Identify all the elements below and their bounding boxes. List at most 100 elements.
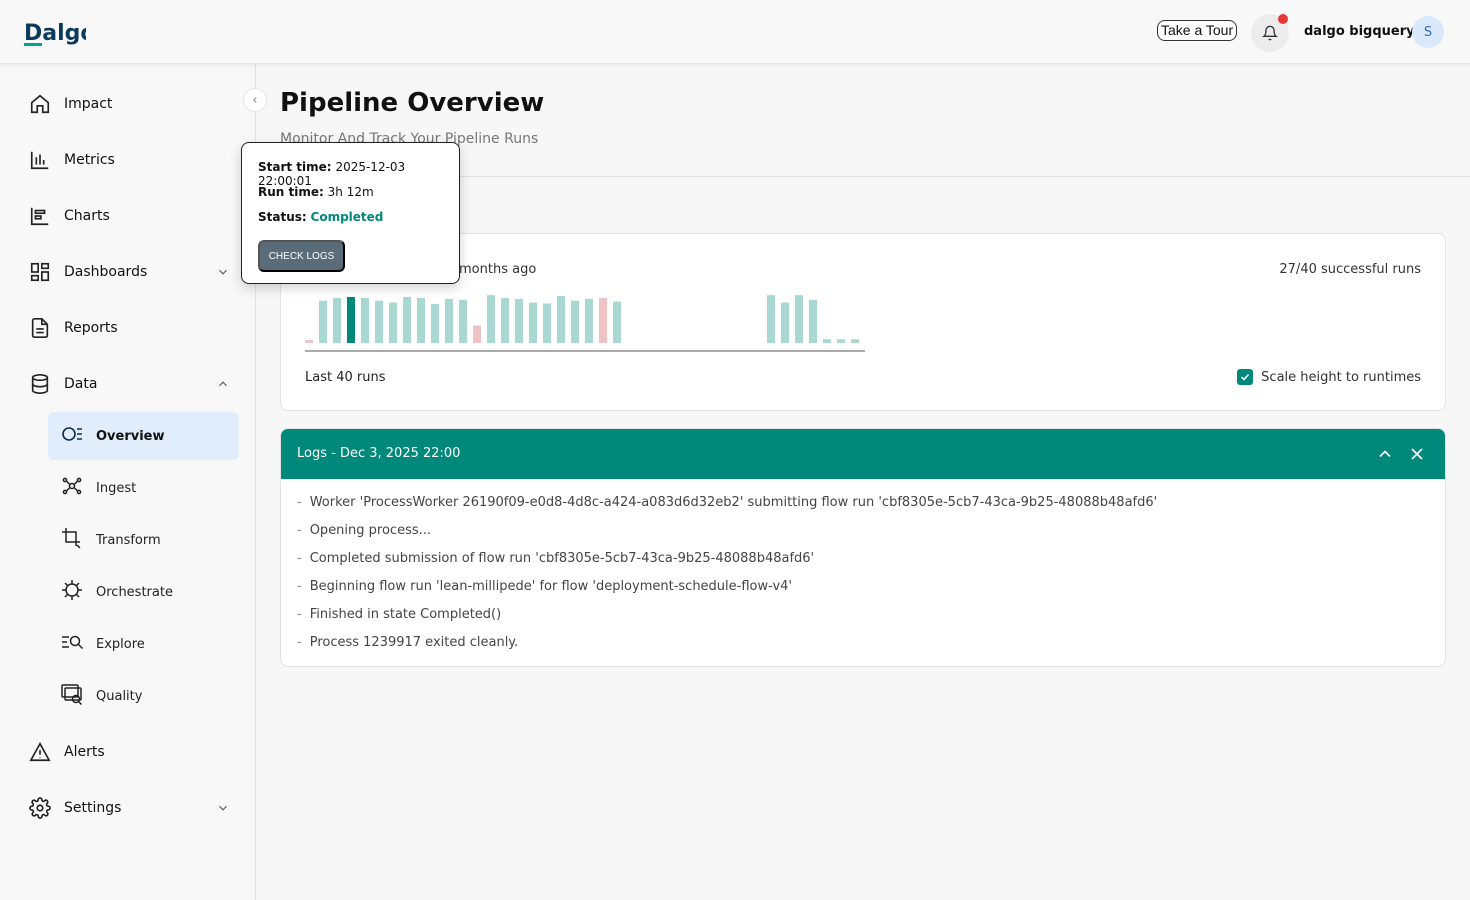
sidebar-item-label: Ingest xyxy=(96,480,137,496)
run-bar[interactable] xyxy=(795,295,803,343)
sidebar-item-label: Transform xyxy=(96,532,161,548)
notifications-button[interactable] xyxy=(1251,14,1289,52)
run-bar[interactable] xyxy=(417,297,425,343)
sidebar-item-charts[interactable]: Charts xyxy=(28,202,238,230)
notification-dot xyxy=(1278,14,1288,24)
run-bar[interactable] xyxy=(375,300,383,343)
run-bar[interactable] xyxy=(529,302,537,343)
sidebar-item-settings[interactable]: Settings xyxy=(28,794,238,822)
sidebar-item-label: Reports xyxy=(64,320,118,336)
avatar[interactable]: S xyxy=(1412,16,1444,48)
run-bar[interactable] xyxy=(319,300,327,343)
close-icon[interactable] xyxy=(1407,444,1427,464)
org-name[interactable]: dalgo bigquery xyxy=(1304,24,1415,39)
last-runs-label: Last 40 runs xyxy=(305,370,386,385)
scale-checkbox[interactable] xyxy=(1237,369,1254,385)
log-line: - Worker 'ProcessWorker 26190f09-e0d8-4d8… xyxy=(297,495,1158,510)
sidebar-item-label: Quality xyxy=(96,688,143,704)
run-bar[interactable] xyxy=(767,295,775,343)
run-bar[interactable] xyxy=(389,302,397,343)
run-bar[interactable] xyxy=(837,339,845,343)
run-bar[interactable] xyxy=(403,297,411,343)
run-bar[interactable] xyxy=(809,299,817,343)
page-title: Pipeline Overview xyxy=(280,88,545,118)
warning-icon xyxy=(28,740,52,764)
sidebar-item-label: Impact xyxy=(64,96,113,112)
sidebar-item-label: Settings xyxy=(64,800,122,816)
tooltip-run-time: Run time: 3h 12m xyxy=(258,185,374,199)
bar-chart-icon xyxy=(28,148,52,172)
sidebar-item-metrics[interactable]: Metrics xyxy=(28,146,238,174)
chevron-down-icon xyxy=(219,805,227,811)
run-bar[interactable] xyxy=(305,340,313,343)
overview-icon xyxy=(60,424,84,448)
grid-icon xyxy=(28,260,52,284)
sidebar-item-overview[interactable]: Overview xyxy=(48,412,239,460)
check-icon xyxy=(1241,373,1250,381)
database-icon xyxy=(28,372,52,396)
sidebar-item-explore[interactable]: Explore xyxy=(48,620,239,668)
sidebar-item-quality[interactable]: Quality xyxy=(48,672,239,720)
sidebar-item-label: Metrics xyxy=(64,152,115,168)
log-line: - Process 1239917 exited cleanly. xyxy=(297,635,519,650)
run-bar[interactable] xyxy=(473,325,481,343)
document-icon xyxy=(28,316,52,340)
ingest-icon xyxy=(60,476,84,500)
chevron-up-icon[interactable] xyxy=(1375,444,1395,464)
run-bar[interactable] xyxy=(515,298,523,343)
svg-text:Dalgo: Dalgo xyxy=(24,21,86,46)
tooltip-status: Status: Completed xyxy=(258,210,384,224)
run-bar[interactable] xyxy=(557,296,565,343)
dalgo-logo[interactable]: Dalgo xyxy=(24,18,86,46)
sidebar-item-label: Overview xyxy=(96,428,165,444)
transform-icon xyxy=(60,526,84,554)
take-a-tour-button[interactable]: Take a Tour xyxy=(1157,20,1238,41)
sidebar-item-orchestrate[interactable]: Orchestrate xyxy=(48,568,239,616)
sidebar-item-label: Orchestrate xyxy=(96,584,173,600)
run-bar[interactable] xyxy=(333,297,341,343)
run-tooltip: Start time: 2025-12-03 22:00:01 Run time… xyxy=(241,142,460,284)
orchestrate-icon xyxy=(60,578,84,606)
run-bar[interactable] xyxy=(781,302,789,343)
sidebar-item-transform[interactable]: Transform xyxy=(48,516,239,564)
sidebar-item-impact[interactable]: Impact xyxy=(28,90,238,118)
sidebar-item-dashboards[interactable]: Dashboards xyxy=(28,258,238,286)
sidebar: Impact Metrics Charts Dashboards Reports… xyxy=(0,64,256,900)
run-bar[interactable] xyxy=(501,297,509,343)
sidebar-item-label: Alerts xyxy=(64,744,105,760)
runs-bar-chart xyxy=(305,295,865,352)
run-bar[interactable] xyxy=(543,303,551,343)
sidebar-item-ingest[interactable]: Ingest xyxy=(48,464,239,512)
run-bar[interactable] xyxy=(431,303,439,343)
logs-header: Logs - Dec 3, 2025 22:00 xyxy=(281,429,1445,479)
explore-icon xyxy=(60,632,84,656)
last-run-text: months ago xyxy=(459,262,537,277)
run-bar[interactable] xyxy=(445,298,453,343)
run-bar[interactable] xyxy=(361,297,369,343)
run-bar[interactable] xyxy=(571,300,579,343)
sidebar-item-data[interactable]: Data xyxy=(28,370,238,398)
run-bar[interactable] xyxy=(459,299,467,343)
chevron-up-icon xyxy=(219,381,227,387)
bell-icon xyxy=(1262,25,1278,41)
top-header: Dalgo Take a Tour dalgo bigquery S xyxy=(0,0,1470,64)
logs-panel: Logs - Dec 3, 2025 22:00 - Worker 'Proces… xyxy=(280,428,1446,667)
home-icon xyxy=(28,92,52,116)
sidebar-item-alerts[interactable]: Alerts xyxy=(28,738,238,766)
run-bar[interactable] xyxy=(613,301,621,343)
tooltip-start-time: Start time: 2025-12-03 22:00:01 xyxy=(258,160,406,188)
sidebar-item-label: Explore xyxy=(96,636,145,652)
check-logs-button[interactable]: CHECK LOGS xyxy=(258,240,345,272)
scale-height-toggle[interactable]: Scale height to runtimes xyxy=(1237,369,1421,385)
collapse-sidebar-button[interactable] xyxy=(243,88,267,112)
run-bar[interactable] xyxy=(347,297,355,343)
run-bar[interactable] xyxy=(823,339,831,343)
run-bar[interactable] xyxy=(487,295,495,343)
run-bar[interactable] xyxy=(599,297,607,343)
run-bar[interactable] xyxy=(585,298,593,343)
run-bar[interactable] xyxy=(851,339,859,343)
scale-label: Scale height to runtimes xyxy=(1261,369,1421,385)
sidebar-item-label: Data xyxy=(64,376,98,392)
chevron-down-icon xyxy=(219,269,227,275)
sidebar-item-reports[interactable]: Reports xyxy=(28,314,238,342)
